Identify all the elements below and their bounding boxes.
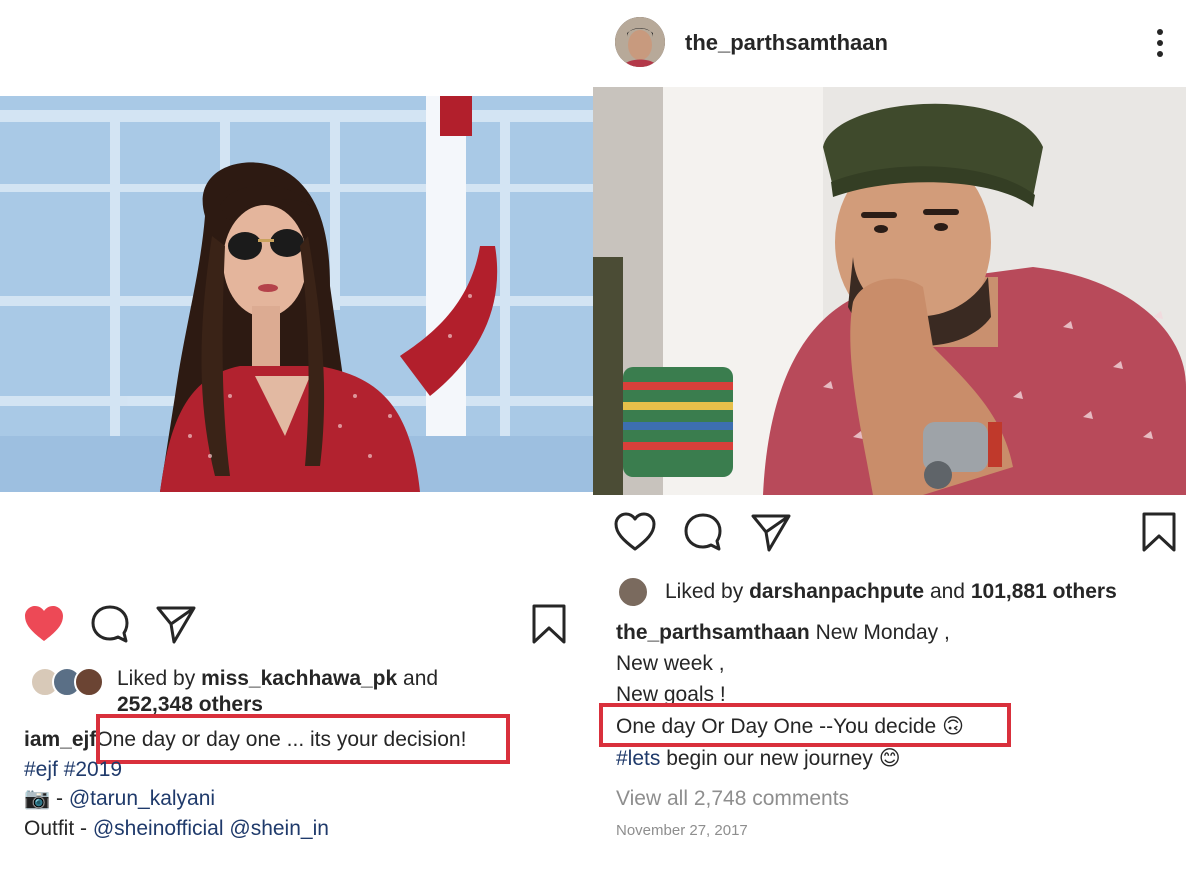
like-button[interactable] xyxy=(22,602,66,646)
liked-by-prefix: Liked by xyxy=(117,667,196,690)
comment-button[interactable] xyxy=(88,602,132,646)
avatar-image xyxy=(615,17,665,67)
highlight-box xyxy=(599,703,1011,747)
left-post: Liked by miss_kachhawa_pk and 252,348 ot… xyxy=(0,0,593,876)
outfit-mention-1[interactable]: @sheinofficial xyxy=(93,817,224,840)
hashtag-lets[interactable]: #lets xyxy=(616,747,660,770)
action-bar xyxy=(0,602,593,652)
camera-emoji: 📷 xyxy=(24,787,51,810)
post-username[interactable]: the_parthsamthaan xyxy=(685,30,888,56)
woman-photo-illustration xyxy=(0,96,593,492)
liked-by-user[interactable]: miss_kachhawa_pk xyxy=(201,667,397,690)
caption-hashtags[interactable]: #ejf #2019 xyxy=(24,758,122,782)
caption-username[interactable]: the_parthsamthaan xyxy=(616,621,810,644)
caption-line-5: #lets begin our new journey 😊 xyxy=(616,746,901,771)
caption-credit-line: 📷 - @tarun_kalyani xyxy=(24,787,215,811)
bookmark-icon xyxy=(1142,512,1176,552)
caption-line-1: New Monday , xyxy=(815,621,950,644)
action-bar xyxy=(593,510,1186,560)
paper-plane-icon xyxy=(751,514,791,552)
outfit-label: Outfit - xyxy=(24,817,93,840)
liked-by-prefix: Liked by xyxy=(665,580,744,603)
liked-count[interactable]: 252,348 others xyxy=(117,693,263,716)
profile-avatar[interactable] xyxy=(615,17,665,67)
right-post: the_parthsamthaan Liked by darshanpachpu… xyxy=(593,0,1186,876)
liker-avatar[interactable] xyxy=(617,576,649,608)
post-header: the_parthsamthaan xyxy=(593,0,1186,86)
likes-summary[interactable]: Liked by darshanpachpute and 101,881 oth… xyxy=(665,580,1117,604)
highlight-box xyxy=(96,714,510,764)
liked-and: and xyxy=(929,580,965,603)
comment-button[interactable] xyxy=(681,510,725,554)
liker-avatar xyxy=(74,667,104,697)
credit-separator: - xyxy=(50,787,69,810)
liked-by-user[interactable]: darshanpachpute xyxy=(749,580,924,603)
comment-icon xyxy=(684,513,722,551)
share-button[interactable] xyxy=(749,510,793,554)
like-button[interactable] xyxy=(613,510,657,554)
share-button[interactable] xyxy=(154,602,198,646)
caption-line-2: New week , xyxy=(616,652,725,675)
smile-emoji: 😊 xyxy=(878,747,901,770)
save-button[interactable] xyxy=(527,602,571,646)
liked-and: and xyxy=(403,667,439,690)
caption-username[interactable]: iam_ejf xyxy=(24,728,96,751)
heart-outline-icon xyxy=(614,512,656,551)
bookmark-icon xyxy=(532,604,566,644)
paper-plane-icon xyxy=(156,606,196,644)
caption-first-line: the_parthsamthaan New Monday , xyxy=(616,621,950,645)
save-button[interactable] xyxy=(1137,510,1181,554)
heart-filled-icon xyxy=(25,606,63,641)
more-options-icon[interactable] xyxy=(1154,28,1166,58)
man-photo-illustration xyxy=(593,87,1186,495)
likes-summary[interactable]: Liked by miss_kachhawa_pk and 252,348 ot… xyxy=(117,666,487,718)
comment-icon xyxy=(91,605,129,643)
outfit-mention-2[interactable]: @shein_in xyxy=(229,817,329,840)
credit-mention[interactable]: @tarun_kalyani xyxy=(69,787,215,810)
post-photo-woman[interactable] xyxy=(0,96,593,492)
liker-avatars[interactable] xyxy=(30,667,105,699)
caption-line-5-text: begin our new journey xyxy=(660,747,873,770)
post-photo-man[interactable] xyxy=(593,87,1186,495)
liked-count[interactable]: 101,881 others xyxy=(971,580,1117,603)
view-all-comments-link[interactable]: View all 2,748 comments xyxy=(616,787,849,811)
caption-outfit-line: Outfit - @sheinofficial @shein_in xyxy=(24,817,329,841)
post-date: November 27, 2017 xyxy=(616,822,748,839)
